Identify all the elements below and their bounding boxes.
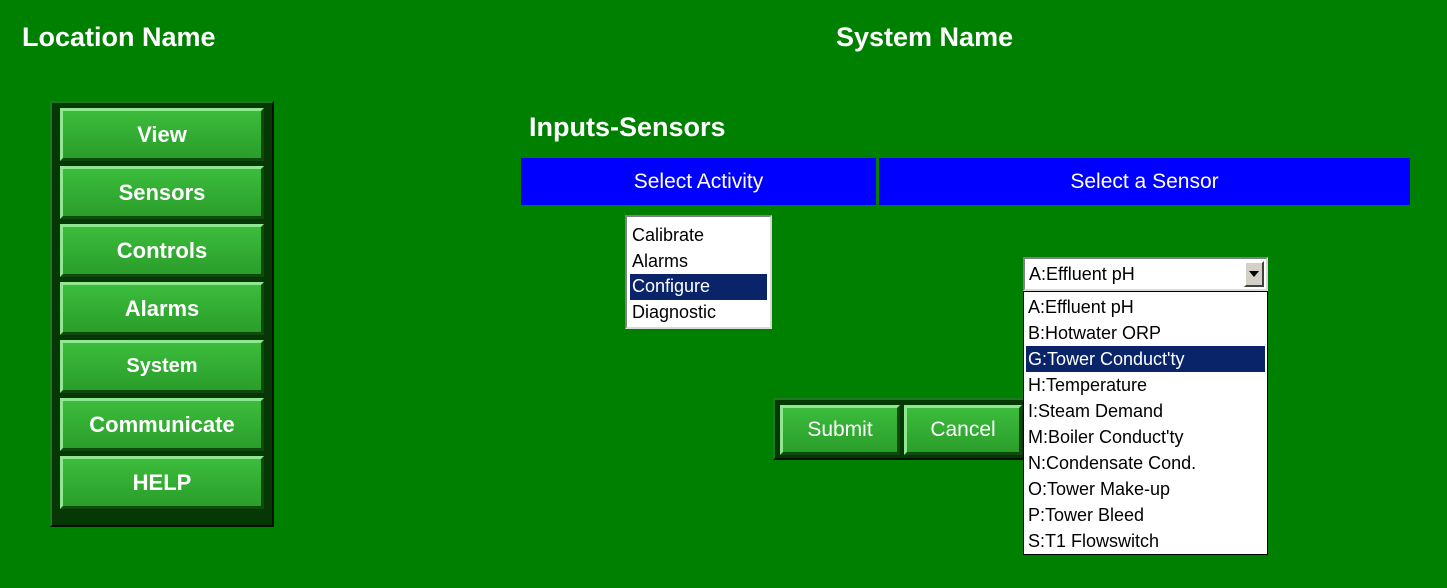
sensor-option-n[interactable]: N:Condensate Cond. [1026, 450, 1265, 476]
location-name: Location Name [22, 22, 216, 52]
nav-menu: View Sensors Controls Alarms System Comm… [50, 101, 274, 527]
chevron-down-icon[interactable] [1244, 261, 1264, 287]
nav-alarms-button[interactable]: Alarms [60, 282, 264, 335]
sensor-option-o[interactable]: O:Tower Make-up [1026, 476, 1265, 502]
sensor-option-i[interactable]: I:Steam Demand [1026, 398, 1265, 424]
select-sensor-header: Select a Sensor [879, 158, 1410, 205]
sensor-select[interactable]: A:Effluent pH [1023, 257, 1268, 291]
nav-view-button[interactable]: View [60, 108, 264, 161]
activity-option-diagnostic[interactable]: Diagnostic [630, 300, 767, 326]
sensor-option-m[interactable]: M:Boiler Conduct'ty [1026, 424, 1265, 450]
nav-communicate-button[interactable]: Communicate [60, 398, 264, 451]
select-activity-header: Select Activity [521, 158, 876, 205]
sensor-select-value: A:Effluent pH [1029, 264, 1135, 284]
action-button-group: Submit Cancel [773, 398, 1025, 460]
activity-option-configure[interactable]: Configure [630, 274, 767, 300]
sensor-dropdown-list[interactable]: A:Effluent pH B:Hotwater ORP G:Tower Con… [1023, 291, 1268, 555]
activity-option-alarms[interactable]: Alarms [630, 249, 767, 275]
nav-controls-button[interactable]: Controls [60, 224, 264, 277]
cancel-button[interactable]: Cancel [904, 405, 1022, 455]
nav-help-button[interactable]: HELP [60, 456, 264, 509]
sensor-option-h[interactable]: H:Temperature [1026, 372, 1265, 398]
page-title: Inputs-Sensors [529, 112, 726, 142]
sensor-option-p[interactable]: P:Tower Bleed [1026, 502, 1265, 528]
sensor-option-g[interactable]: G:Tower Conduct'ty [1026, 346, 1265, 372]
activity-option-calibrate[interactable]: Calibrate [630, 223, 767, 249]
activity-listbox[interactable]: Calibrate Alarms Configure Diagnostic [625, 215, 772, 329]
sensor-option-s[interactable]: S:T1 Flowswitch [1026, 528, 1265, 554]
system-name: System Name [836, 22, 1014, 52]
nav-sensors-button[interactable]: Sensors [60, 166, 264, 219]
submit-button[interactable]: Submit [780, 405, 900, 455]
sensor-option-b[interactable]: B:Hotwater ORP [1026, 320, 1265, 346]
sensor-option-a[interactable]: A:Effluent pH [1026, 294, 1265, 320]
nav-system-button[interactable]: System [60, 340, 264, 393]
